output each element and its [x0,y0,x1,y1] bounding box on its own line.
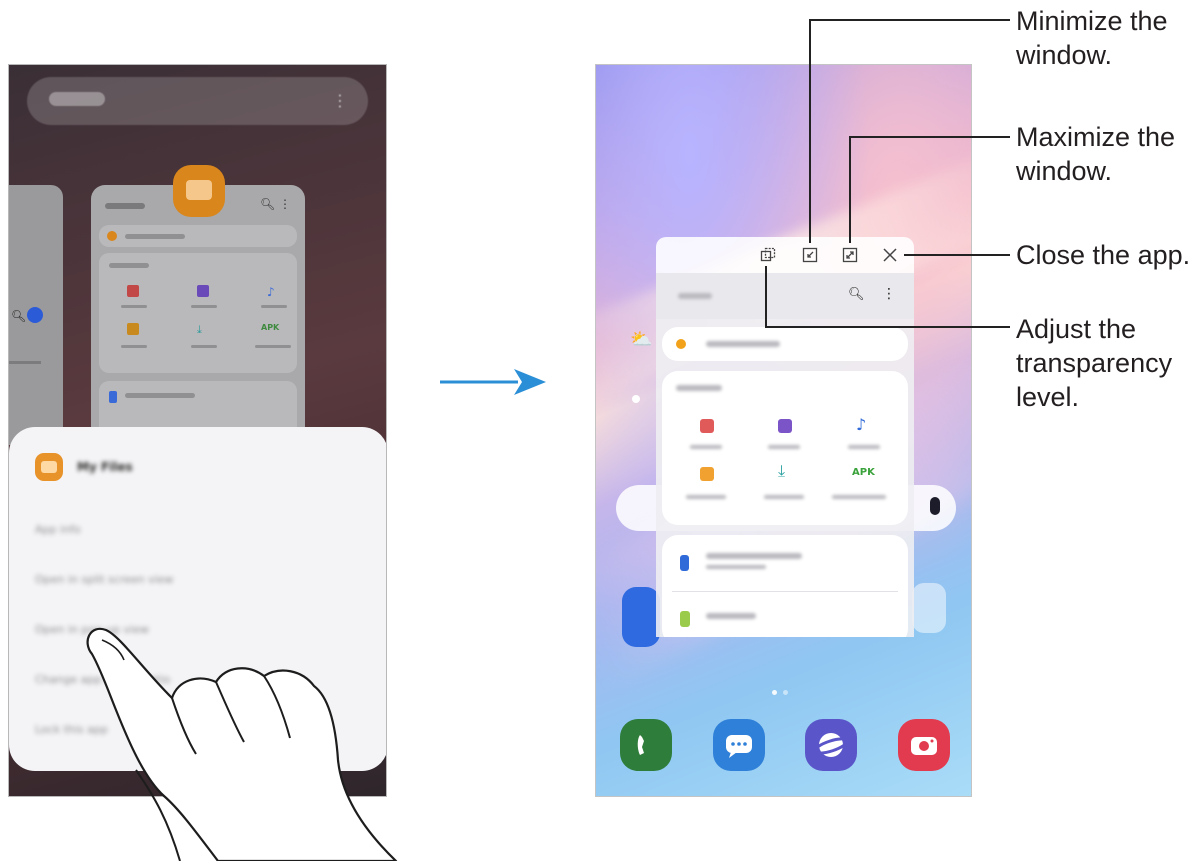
search-icon[interactable]: 🔍︎ [848,287,865,302]
app-folder-icon[interactable] [912,583,946,633]
minimize-icon[interactable] [802,247,818,263]
illustration-stage: ⋮ 🔍︎ 🔍︎ ⋮ ♪ ⤓ APK My Files App info Open… [0,0,1200,861]
app-dock [620,719,950,771]
context-menu-title: My Files [77,460,133,474]
sd-card-icon[interactable] [680,611,690,627]
transparency-callout: Adjust the transparency level. [1016,312,1172,414]
transparency-callout-line [765,266,767,328]
maximize-callout-line-h [849,136,1010,138]
maximize-callout-line [849,136,851,243]
transparency-callout-line1: Adjust the [1016,314,1137,344]
microphone-icon[interactable] [930,497,940,515]
transparency-callout-line3: level. [1016,382,1080,412]
recent-app-card-my-files[interactable]: 🔍︎ ⋮ ♪ ⤓ APK [91,185,305,445]
minimize-callout: Minimize the window. [1016,4,1168,72]
maximize-callout-line2: window. [1016,156,1113,186]
right-phone-screen: ⛅ 🔍︎ ⋮ ♪ ⤓ APK [595,64,972,797]
close-callout-line1: Close the app. [1016,240,1191,270]
more-options-icon[interactable]: ⋮ [332,91,348,111]
internal-storage-icon[interactable] [680,555,689,571]
pop-up-window[interactable]: 🔍︎ ⋮ ♪ ⤓ APK [656,237,914,637]
categories-card: ♪ ⤓ APK [662,371,908,525]
maximize-callout-line1: Maximize the [1016,122,1176,152]
minimize-callout-line [809,19,811,243]
internet-app-icon[interactable] [805,719,858,771]
close-icon[interactable] [882,247,898,263]
weather-icon: ⛅ [630,329,653,350]
minimize-callout-line-h [809,19,1010,21]
location-icon [632,395,640,403]
camera-app-icon[interactable] [897,719,950,771]
messages-app-icon[interactable] [712,719,765,771]
my-files-icon [35,453,63,481]
videos-icon[interactable] [778,419,792,433]
audio-icon[interactable]: ♪ [856,415,866,434]
transparency-icon[interactable] [760,247,776,263]
transparency-callout-line2: transparency [1016,348,1173,378]
documents-icon[interactable] [700,467,714,481]
transition-arrow-icon [440,369,546,395]
pop-up-title-bar[interactable] [656,237,914,273]
recents-search-bar[interactable]: ⋮ [27,77,368,125]
minimize-callout-line1: Minimize the [1016,6,1168,36]
avatar [27,307,43,323]
menu-item-app-info[interactable]: App info [35,523,81,536]
maximize-icon[interactable] [842,247,858,263]
recent-files-row[interactable] [662,327,908,361]
more-options-icon[interactable]: ⋮ [882,286,896,302]
galaxy-store-icon[interactable] [622,587,660,647]
card-toolbar-icons: 🔍︎ ⋮ [259,197,291,211]
images-icon[interactable] [700,419,714,433]
menu-item-split-screen[interactable]: Open in split screen view [35,573,173,586]
close-callout-line [904,254,1010,256]
recent-app-card-partial[interactable]: 🔍︎ [9,185,63,445]
close-callout: Close the app. [1016,238,1190,272]
transparency-callout-line-h [765,326,1010,328]
minimize-callout-line2: window. [1016,40,1113,70]
page-indicator [772,690,788,695]
downloads-icon[interactable]: ⤓ [778,461,785,481]
maximize-callout: Maximize the window. [1016,120,1175,188]
my-files-app-icon [173,165,225,217]
search-icon: 🔍︎ [11,309,27,323]
storage-card [662,535,908,637]
apk-label[interactable]: APK [852,467,875,478]
phone-app-icon[interactable] [620,719,672,771]
tapping-hand-illustration [86,627,398,861]
